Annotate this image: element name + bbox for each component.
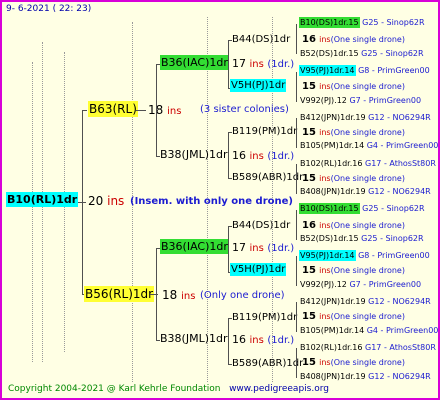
top-a-queen[interactable]: B36(IAC)1dr bbox=[160, 55, 229, 70]
top-row-4[interactable]: V95(PJ)1dr.14 G8 - PrimGreen00 bbox=[299, 65, 430, 76]
bottom-b-insem: 16 ins (1dr.) bbox=[232, 333, 295, 346]
dam-insem: 18 ins bbox=[148, 104, 182, 117]
top-row-6[interactable]: V992(PJ).12 G7 - PrimGreen00 bbox=[300, 97, 421, 105]
pedigree-panel: { "header_date": "9- 6-2021 ( 22: 23)", … bbox=[0, 0, 440, 400]
top-row-9[interactable]: B105(PM)1dr.14 G4 - PrimGreen00 bbox=[300, 142, 438, 150]
footer: Copyright 2004-2021 @ Karl Kehrle Founda… bbox=[8, 385, 329, 394]
root-bracket bbox=[82, 110, 83, 294]
bottom-b2-queen[interactable]: B589(ABR)1dr bbox=[232, 359, 303, 369]
top-row-1[interactable]: B10(DS)1dr.15 G25 - Sinop62R bbox=[299, 17, 425, 28]
root-note: (Insem. with only one drone) bbox=[130, 196, 293, 207]
dam-note: (3 sister colonies) bbox=[200, 104, 289, 115]
top-b-queen[interactable]: B38(JML)1dr bbox=[160, 149, 228, 160]
sire-note: (Only one drone) bbox=[200, 290, 285, 301]
sire-queen[interactable]: B56(RL)1dr bbox=[84, 286, 155, 302]
top-row-10[interactable]: B102(RL)1dr.16 G17 - AthosSt80R bbox=[300, 160, 436, 168]
bottom-row-1[interactable]: B10(DS)1dr.15 G25 - Sinop62R bbox=[299, 203, 425, 214]
sire-insem: 18 ins bbox=[162, 288, 196, 302]
root-insem: 20 ins bbox=[88, 194, 125, 208]
top-b1-queen[interactable]: B119(PM)1dr bbox=[232, 127, 297, 137]
bottom-row-4[interactable]: V95(PJ)1dr.14 G8 - PrimGreen00 bbox=[299, 250, 430, 261]
bottom-row-6[interactable]: V992(PJ).12 G7 - PrimGreen00 bbox=[300, 281, 421, 289]
bottom-row-11: 15 ins(One single drone) bbox=[302, 357, 405, 368]
bottom-row-10[interactable]: B102(RL)1dr.16 G17 - AthosSt80R bbox=[300, 344, 436, 352]
dam-queen[interactable]: B63(RL) bbox=[88, 101, 138, 117]
bottom-row-7[interactable]: B412(JPN)1dr.19 G12 - NO6294R bbox=[300, 298, 431, 306]
top-a1-queen[interactable]: B44(DS)1dr bbox=[232, 35, 290, 45]
top-b-insem: 16 ins (1dr.) bbox=[232, 149, 295, 162]
top-row-3[interactable]: B52(DS)1dr.15 G25 - Sinop62R bbox=[300, 50, 424, 58]
bottom-a1-queen[interactable]: B44(DS)1dr bbox=[232, 221, 290, 231]
footer-url[interactable]: www.pedigreeapis.org bbox=[229, 384, 329, 394]
top-b2-queen[interactable]: B589(ABR)1dr bbox=[232, 173, 303, 183]
bottom-row-2: 16 ins(One single drone) bbox=[302, 220, 405, 231]
top-row-11: 15 ins(One single drone) bbox=[302, 173, 405, 184]
header-date: 9- 6-2021 ( 22: 23) bbox=[6, 4, 92, 14]
bottom-a2-queen[interactable]: V5H(PJ)1dr bbox=[230, 263, 287, 276]
top-row-8: 15 ins(One single drone) bbox=[302, 127, 405, 138]
bottom-row-3[interactable]: B52(DS)1dr.15 G25 - Sinop62R bbox=[300, 235, 424, 243]
bottom-row-8: 15 ins(One single drone) bbox=[302, 311, 405, 322]
bottom-b1-queen[interactable]: B119(PM)1dr bbox=[232, 313, 297, 323]
footer-copyright: Copyright 2004-2021 @ Karl Kehrle Founda… bbox=[8, 384, 221, 394]
bottom-b-queen[interactable]: B38(JML)1dr bbox=[160, 333, 228, 344]
top-a-insem: 17 ins (1dr.) bbox=[232, 57, 295, 70]
top-row-7[interactable]: B412(JPN)1dr.19 G12 - NO6294R bbox=[300, 114, 431, 122]
bottom-row-12[interactable]: B408(JPN)1dr.19 G12 - NO6294R bbox=[300, 373, 431, 381]
bottom-a-insem: 17 ins (1dr.) bbox=[232, 241, 295, 254]
bottom-a-queen[interactable]: B36(IAC)1dr bbox=[160, 239, 229, 254]
bottom-row-9[interactable]: B105(PM)1dr.14 G4 - PrimGreen00 bbox=[300, 327, 438, 335]
root-queen[interactable]: B10(RL)1dr bbox=[6, 192, 79, 207]
bottom-row-5: 15 ins(One single drone) bbox=[302, 265, 405, 276]
top-row-12[interactable]: B408(JPN)1dr.19 G12 - NO6294R bbox=[300, 188, 431, 196]
guide-line bbox=[32, 62, 33, 362]
top-row-5: 15 ins(One single drone) bbox=[302, 81, 405, 92]
top-a2-queen[interactable]: V5H(PJ)1dr bbox=[230, 79, 287, 92]
top-row-2: 16 ins(One single drone) bbox=[302, 34, 405, 45]
